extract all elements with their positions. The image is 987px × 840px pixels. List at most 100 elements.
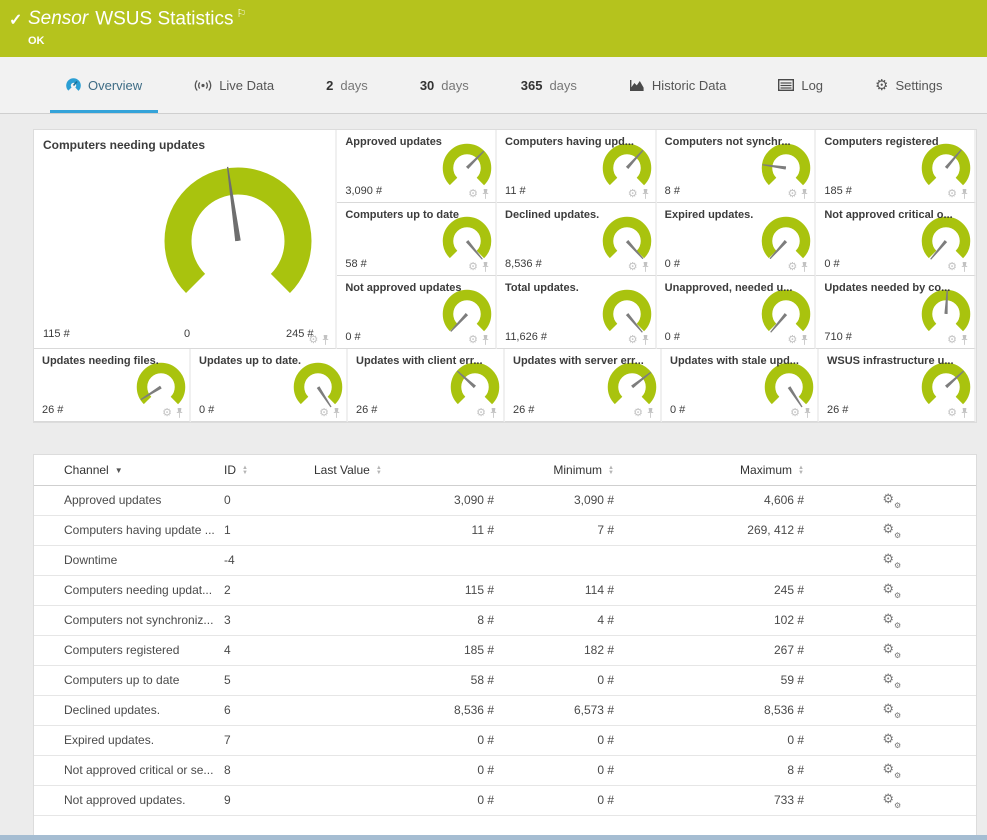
gauge-arc	[448, 360, 502, 414]
gauge-tile: Updates with server err... 26 # ⚙	[505, 349, 662, 422]
table-row: Declined updates. 6 8,536 # 6,573 # 8,53…	[34, 695, 976, 725]
column-header-last-value[interactable]: Last Value▲▼	[304, 455, 504, 485]
pin-icon[interactable]	[641, 261, 650, 273]
pin-icon[interactable]	[481, 188, 490, 200]
pin-icon[interactable]	[960, 407, 969, 419]
channel-name-cell[interactable]: Declined updates.	[34, 695, 214, 725]
gauge	[600, 287, 654, 341]
channel-gear-icon[interactable]: ⚙	[947, 262, 957, 273]
gauge-label: Updates needing files.	[42, 355, 187, 367]
column-header-channel[interactable]: Channel▼	[34, 455, 214, 485]
channel-last-value-cell: 8,536 #	[304, 695, 504, 725]
pin-icon[interactable]	[641, 334, 650, 346]
pin-icon[interactable]	[960, 334, 969, 346]
channel-last-value-cell: 3,090 #	[304, 485, 504, 515]
tab-2-days-unit: days	[340, 78, 367, 93]
channel-gear-icon[interactable]: ⚙	[628, 262, 638, 273]
column-header-maximum[interactable]: Maximum▲▼	[624, 455, 814, 485]
channel-last-value-cell	[304, 545, 504, 575]
channel-name-cell[interactable]: Not approved updates.	[34, 785, 214, 815]
tab-bar: Overview Live Data 2 days 30 days 365 da…	[0, 57, 987, 114]
gauge-label: Updates with client err...	[356, 355, 501, 367]
pin-icon[interactable]	[489, 407, 498, 419]
channel-name-cell[interactable]: Not approved critical or se...	[34, 755, 214, 785]
channel-name-cell[interactable]: Computers having update ...	[34, 515, 214, 545]
channel-name-cell[interactable]: Approved updates	[34, 485, 214, 515]
tab-settings[interactable]: ⚙ Settings	[859, 57, 958, 113]
pin-icon[interactable]	[481, 261, 490, 273]
pin-icon[interactable]	[646, 407, 655, 419]
pin-icon[interactable]	[800, 188, 809, 200]
channel-id-cell: 5	[214, 665, 304, 695]
gauge-tile: Updates needed by co... 710 # ⚙	[816, 276, 976, 349]
channel-gear-icon[interactable]: ⚙	[787, 335, 797, 346]
channel-maximum-cell: 269, 412 #	[624, 515, 814, 545]
gauge-label: Updates with stale upd...	[670, 355, 815, 367]
flag-icon[interactable]: ⚐	[237, 8, 247, 20]
log-list-icon	[778, 79, 794, 91]
gauge-arc	[600, 214, 654, 268]
channel-name-cell[interactable]: Computers up to date	[34, 665, 214, 695]
gauge-dashboard-panel: Computers needing updates 115 # 0 245 # …	[33, 129, 977, 423]
channel-gear-icon[interactable]: ⚙	[947, 408, 957, 419]
pin-icon[interactable]	[800, 334, 809, 346]
column-header-id[interactable]: ID▲▼	[214, 455, 304, 485]
gauge-arc	[600, 141, 654, 195]
gauge-label: WSUS infrastructure u...	[827, 355, 972, 367]
gauge-arc	[759, 141, 813, 195]
tab-log[interactable]: Log	[762, 57, 839, 113]
tab-30-days[interactable]: 30 days	[404, 57, 485, 113]
channel-gear-icon[interactable]: ⚙	[628, 335, 638, 346]
channel-minimum-cell: 0 #	[504, 785, 624, 815]
channel-gear-icon[interactable]: ⚙	[790, 408, 800, 419]
channel-gear-icon[interactable]: ⚙	[633, 408, 643, 419]
channel-maximum-cell: 59 #	[624, 665, 814, 695]
channel-gear-icon[interactable]: ⚙	[947, 335, 957, 346]
tab-historic-data[interactable]: Historic Data	[613, 57, 742, 113]
channel-gear-icon[interactable]: ⚙	[468, 189, 478, 200]
channel-gear-icon[interactable]: ⚙	[468, 335, 478, 346]
channel-gear-icon[interactable]: ⚙	[162, 408, 172, 419]
channel-minimum-cell: 0 #	[504, 725, 624, 755]
channel-name-cell[interactable]: Computers registered	[34, 635, 214, 665]
tab-overview[interactable]: Overview	[50, 57, 158, 113]
channel-gear-icon[interactable]: ⚙	[628, 189, 638, 200]
gauge	[759, 214, 813, 268]
channel-name-cell[interactable]: Computers needing updat...	[34, 575, 214, 605]
channel-gear-icon[interactable]: ⚙	[319, 408, 329, 419]
tab-30-days-unit: days	[441, 78, 468, 93]
pin-icon[interactable]	[803, 407, 812, 419]
channel-id-cell: 8	[214, 755, 304, 785]
channel-minimum-cell: 3,090 #	[504, 485, 624, 515]
channel-gear-icon[interactable]: ⚙	[476, 408, 486, 419]
pin-icon[interactable]	[960, 261, 969, 273]
column-header-actions	[814, 455, 976, 485]
pin-icon[interactable]	[800, 261, 809, 273]
channel-name-cell[interactable]: Expired updates.	[34, 725, 214, 755]
pin-icon[interactable]	[321, 334, 330, 346]
channel-gear-icon[interactable]: ⚙	[947, 189, 957, 200]
channel-minimum-cell: 6,573 #	[504, 695, 624, 725]
tab-historic-data-label: Historic Data	[652, 78, 726, 93]
pin-icon[interactable]	[332, 407, 341, 419]
table-row: Approved updates 0 3,090 # 3,090 # 4,606…	[34, 485, 976, 515]
channel-gear-icon[interactable]: ⚙	[787, 262, 797, 273]
tab-365-days[interactable]: 365 days	[505, 57, 593, 113]
table-row: Computers up to date 5 58 # 0 # 59 # ⚙⚙	[34, 665, 976, 695]
tab-live-data[interactable]: Live Data	[178, 57, 290, 113]
channel-name-cell[interactable]: Computers not synchroniz...	[34, 605, 214, 635]
channel-gear-icon[interactable]: ⚙	[468, 262, 478, 273]
channel-maximum-cell	[624, 545, 814, 575]
column-header-minimum[interactable]: Minimum▲▼	[504, 455, 624, 485]
sensor-title-line: SensorWSUS Statistics⚐	[28, 7, 246, 30]
channel-gear-icon[interactable]: ⚙	[308, 335, 318, 346]
pin-icon[interactable]	[960, 188, 969, 200]
big-gauge	[153, 156, 323, 326]
sort-icon: ▲▼	[798, 466, 804, 476]
channel-gear-icon[interactable]: ⚙	[787, 189, 797, 200]
channel-name-cell[interactable]: Downtime	[34, 545, 214, 575]
pin-icon[interactable]	[175, 407, 184, 419]
pin-icon[interactable]	[641, 188, 650, 200]
tab-2-days[interactable]: 2 days	[310, 57, 384, 113]
pin-icon[interactable]	[481, 334, 490, 346]
